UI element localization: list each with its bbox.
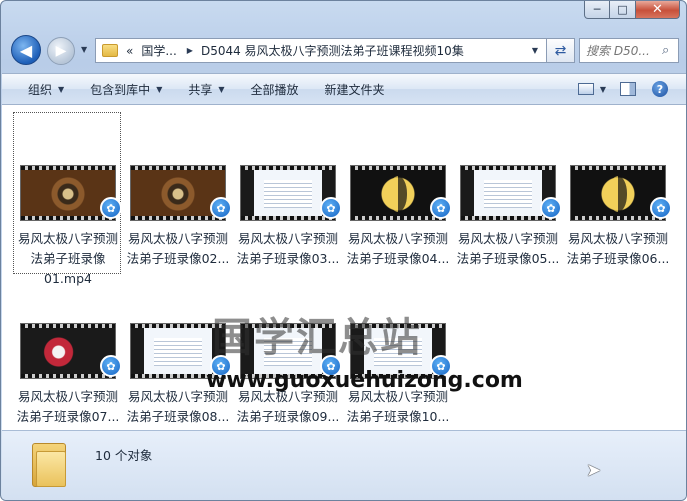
video-file-item[interactable]: ✿ 易风太极八字预测 法弟子班录像04... xyxy=(344,117,452,267)
video-file-item[interactable]: ✿ 易风太极八字预测 法弟子班录像09... xyxy=(234,275,342,425)
file-name-line: 易风太极八字预测 xyxy=(567,231,668,246)
media-player-icon: ✿ xyxy=(100,197,122,219)
video-file-item[interactable]: ✿ 易风太极八字预测 法弟子班录像06... xyxy=(564,117,672,267)
video-file-item[interactable]: ✿ 易风太极八字预测 法弟子班录像02... xyxy=(124,117,232,267)
file-name: 易风太极八字预测 法弟子班录像10... xyxy=(344,387,452,427)
media-player-icon: ✿ xyxy=(320,197,342,219)
file-name: 易风太极八字预测 法弟子班录像02... xyxy=(124,229,232,269)
view-controls: ▼ ? xyxy=(577,81,668,97)
explorer-window: ─ □ ✕ ◀ ▶ ▼ « 国学... ▶ D5044 易风太极八字预测法弟子班… xyxy=(0,0,687,501)
file-name-line: 法弟子班录像08... xyxy=(126,409,230,424)
share-label: 共享 xyxy=(188,82,213,97)
file-name: 易风太极八字预测 法弟子班录像05... xyxy=(454,229,562,269)
breadcrumb-parent[interactable]: 国学... xyxy=(141,42,176,59)
file-name-line: 法弟子班录像05... xyxy=(456,251,560,266)
chevron-down-icon: ▼ xyxy=(156,84,163,94)
chevron-down-icon: ▼ xyxy=(58,84,65,94)
file-name-line: 易风太极八字预测 xyxy=(127,389,228,404)
details-pane: 10 个对象 ➤ xyxy=(2,430,686,500)
media-player-icon: ✿ xyxy=(320,355,342,377)
include-library-label: 包含到库中 xyxy=(90,82,151,97)
file-name-line: 易风太极八字预测 xyxy=(457,231,558,246)
video-file-item[interactable]: ✿ 易风太极八字预测 法弟子班录像 01.mp4 xyxy=(13,112,122,286)
file-name: 易风太极八字预测 法弟子班录像06... xyxy=(564,229,672,269)
organize-menu[interactable]: 组织 ▼ xyxy=(28,81,64,98)
search-input[interactable] xyxy=(586,43,662,58)
refresh-button[interactable]: ⇄ xyxy=(547,38,575,63)
chevron-down-icon: ▼ xyxy=(218,84,225,94)
minimize-button[interactable]: ─ xyxy=(584,1,610,19)
video-file-item[interactable]: ✿ 易风太极八字预测 法弟子班录像03... xyxy=(234,117,342,267)
media-player-icon: ✿ xyxy=(210,197,232,219)
file-name-line: 易风太极八字预测 xyxy=(347,231,448,246)
forward-arrow-icon: ▶ xyxy=(55,43,67,59)
file-name-line: 法弟子班录像04... xyxy=(346,251,450,266)
close-button[interactable]: ✕ xyxy=(636,1,680,19)
view-dropdown-icon[interactable]: ▼ xyxy=(600,85,606,94)
file-name: 易风太极八字预测 法弟子班录像08... xyxy=(124,387,232,427)
share-menu[interactable]: 共享 ▼ xyxy=(188,81,224,98)
address-dropdown-icon[interactable]: ▼ xyxy=(532,46,538,55)
video-file-item[interactable]: ✿ 易风太极八字预测 法弟子班录像07... xyxy=(14,275,122,425)
file-name-line: 易风太极八字预测 xyxy=(17,389,118,404)
address-bar[interactable]: « 国学... ▶ D5044 易风太极八字预测法弟子班课程视频10集 ▼ xyxy=(95,38,547,63)
help-icon[interactable]: ? xyxy=(652,81,668,97)
file-name-line: 易风太极八字预测 xyxy=(347,389,448,404)
change-view-icon[interactable] xyxy=(577,83,594,95)
new-folder-button[interactable]: 新建文件夹 xyxy=(325,81,385,98)
file-name-line: 易风太极八字预测 xyxy=(237,389,338,404)
media-player-icon: ✿ xyxy=(540,197,562,219)
file-name-line: 法弟子班录像 xyxy=(30,251,106,266)
file-name-line: 法弟子班录像06... xyxy=(566,251,670,266)
preview-pane-icon[interactable] xyxy=(620,82,636,96)
chevron-right-icon[interactable]: ▶ xyxy=(187,46,193,55)
media-player-icon: ✿ xyxy=(430,197,452,219)
caption-buttons: ─ □ ✕ xyxy=(584,1,680,19)
video-file-item[interactable]: ✿ 易风太极八字预测 法弟子班录像10... xyxy=(344,275,452,425)
navigation-bar: ◀ ▶ ▼ « 国学... ▶ D5044 易风太极八字预测法弟子班课程视频10… xyxy=(1,33,686,67)
breadcrumb-current[interactable]: D5044 易风太极八字预测法弟子班课程视频10集 xyxy=(201,42,464,59)
folder-icon xyxy=(32,443,66,487)
file-name-line: 法弟子班录像03... xyxy=(236,251,340,266)
media-player-icon: ✿ xyxy=(430,355,452,377)
back-arrow-icon: ◀ xyxy=(19,40,33,60)
file-name-line: 法弟子班录像02... xyxy=(126,251,230,266)
file-name-line: 易风太极八字预测 xyxy=(17,231,118,246)
media-player-icon: ✿ xyxy=(210,355,232,377)
forward-button[interactable]: ▶ xyxy=(47,37,75,65)
refresh-icon: ⇄ xyxy=(554,42,567,59)
back-button[interactable]: ◀ xyxy=(11,35,41,65)
recent-pages-dropdown[interactable]: ▼ xyxy=(81,45,87,54)
file-name-line: 法弟子班录像10... xyxy=(346,409,450,424)
video-file-item[interactable]: ✿ 易风太极八字预测 法弟子班录像05... xyxy=(454,117,562,267)
command-bar: 组织 ▼ 包含到库中 ▼ 共享 ▼ 全部播放 新建文件夹 ▼ ? xyxy=(2,73,686,105)
folder-icon xyxy=(102,44,118,57)
media-player-icon: ✿ xyxy=(650,197,672,219)
breadcrumb-overflow[interactable]: « xyxy=(126,44,133,58)
file-name-line: 法弟子班录像07... xyxy=(16,409,120,424)
maximize-button[interactable]: □ xyxy=(610,1,636,19)
file-name: 易风太极八字预测 法弟子班录像07... xyxy=(14,387,122,427)
file-name: 易风太极八字预测 法弟子班录像09... xyxy=(234,387,342,427)
video-file-item[interactable]: ✿ 易风太极八字预测 法弟子班录像08... xyxy=(124,275,232,425)
include-in-library-menu[interactable]: 包含到库中 ▼ xyxy=(90,81,162,98)
search-icon[interactable]: ⌕ xyxy=(662,43,669,58)
file-name: 易风太极八字预测 法弟子班录像04... xyxy=(344,229,452,269)
file-name: 易风太极八字预测 法弟子班录像03... xyxy=(234,229,342,269)
search-box[interactable]: ⌕ xyxy=(579,38,679,63)
media-player-icon: ✿ xyxy=(100,355,122,377)
organize-label: 组织 xyxy=(28,82,53,97)
file-list[interactable]: ✿ 易风太极八字预测 法弟子班录像 01.mp4 ✿ 易风太极八字预测 法弟子班录像02..… xyxy=(2,105,686,430)
file-name-line: 易风太极八字预测 xyxy=(237,231,338,246)
file-name-line: 法弟子班录像09... xyxy=(236,409,340,424)
mouse-cursor-icon: ➤ xyxy=(586,460,602,481)
play-all-button[interactable]: 全部播放 xyxy=(251,81,299,98)
file-name-line: 易风太极八字预测 xyxy=(127,231,228,246)
item-count: 10 个对象 xyxy=(95,448,153,463)
